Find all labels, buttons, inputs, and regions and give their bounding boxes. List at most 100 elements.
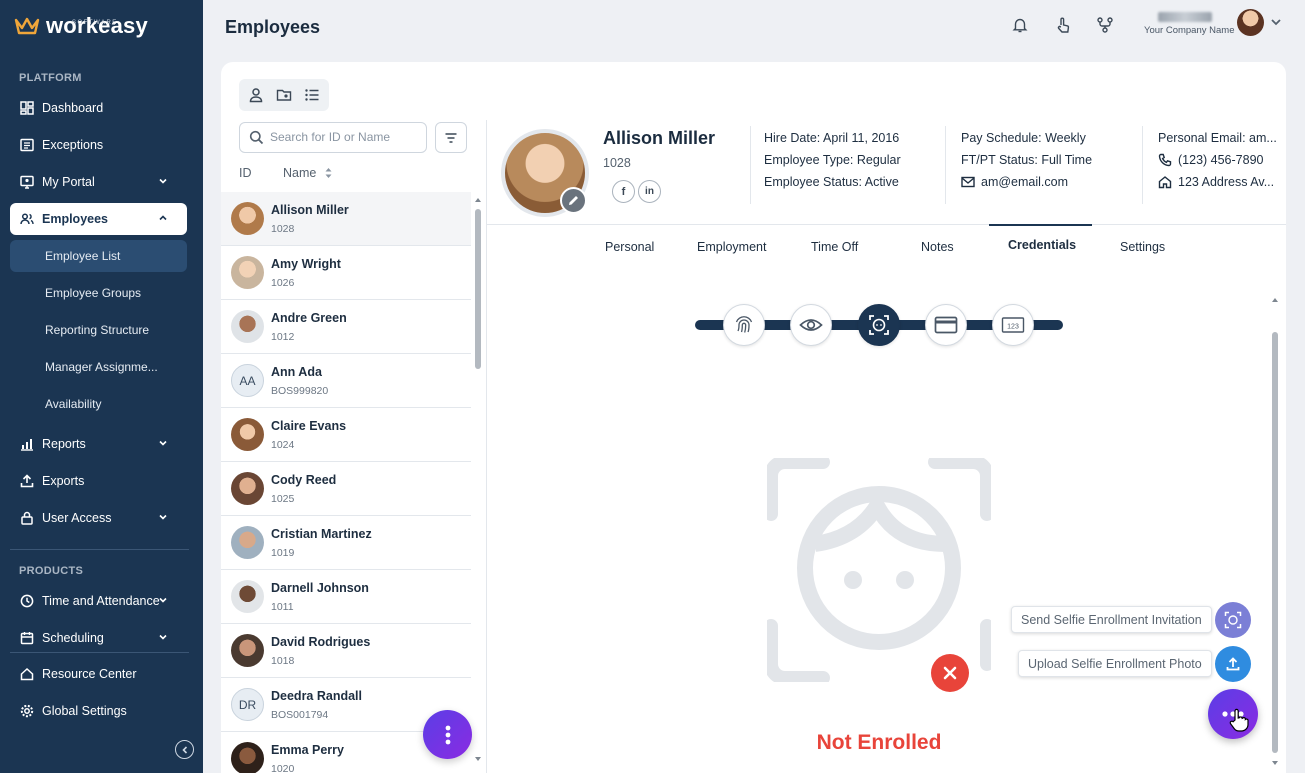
linkedin-icon[interactable]: in <box>638 180 661 203</box>
employee-name: Allison Miller <box>271 203 349 217</box>
scroll-up-icon[interactable] <box>474 196 482 204</box>
sidebar-sub-manager-assignment[interactable]: Manager Assignme... <box>10 351 187 383</box>
phone-icon <box>1158 153 1172 167</box>
employee-name: Claire Evans <box>271 419 347 433</box>
list-item[interactable]: AA Ann Ada BOS999820 <box>221 354 471 408</box>
employee-id: BOS999820 <box>271 385 329 397</box>
scroll-thumb[interactable] <box>1272 332 1278 753</box>
sidebar-item-my-portal[interactable]: My Portal <box>10 166 187 198</box>
pay-schedule: Pay Schedule: Weekly <box>961 131 1086 145</box>
sidebar-sub-availability[interactable]: Availability <box>10 388 187 420</box>
list-item[interactable]: Claire Evans 1024 <box>221 408 471 462</box>
tab-personal[interactable]: Personal <box>605 240 654 254</box>
workflow-icon[interactable] <box>1096 16 1114 34</box>
scroll-down-icon[interactable] <box>474 755 482 763</box>
list-item[interactable]: Andre Green 1012 <box>221 300 471 354</box>
list-actions-button[interactable] <box>423 710 472 759</box>
send-selfie-invitation-label[interactable]: Send Selfie Enrollment Invitation <box>1011 606 1212 633</box>
page-title: Employees <box>225 17 321 37</box>
crown-icon <box>14 17 40 35</box>
eye-icon <box>799 319 823 331</box>
search-input[interactable] <box>270 130 420 144</box>
avatar-initials: DR <box>231 688 264 721</box>
sidebar-item-dashboard[interactable]: Dashboard <box>10 92 187 124</box>
scroll-up-icon[interactable] <box>1271 296 1279 304</box>
credential-step-fingerprint[interactable] <box>723 304 765 346</box>
info-divider <box>945 126 946 204</box>
calendar-icon <box>20 631 34 645</box>
sidebar-item-time-attendance[interactable]: Time and Attendance <box>10 585 187 617</box>
upload-selfie-photo-label[interactable]: Upload Selfie Enrollment Photo <box>1018 650 1212 677</box>
chevron-down-icon[interactable] <box>1270 16 1282 28</box>
sidebar-item-resource-center[interactable]: Resource Center <box>10 658 187 690</box>
scroll-thumb[interactable] <box>475 209 481 369</box>
panel-divider <box>486 120 487 773</box>
sidebar-item-global-settings[interactable]: Global Settings <box>10 695 187 727</box>
sidebar-item-exports[interactable]: Exports <box>10 465 187 497</box>
avatar <box>231 202 264 235</box>
sidebar-item-employees[interactable]: Employees <box>10 203 187 235</box>
user-name-redacted <box>1158 12 1212 22</box>
list-item[interactable]: Cristian Martinez 1019 <box>221 516 471 570</box>
employee-name: Deedra Randall <box>271 689 363 703</box>
brand-name: workeasy <box>46 13 148 38</box>
face-placeholder-icon <box>767 458 991 682</box>
filter-button[interactable] <box>435 122 467 153</box>
sidebar-sub-reporting-structure[interactable]: Reporting Structure <box>10 314 187 346</box>
sidebar-item-user-access[interactable]: User Access <box>10 502 187 534</box>
send-selfie-invitation-button[interactable] <box>1215 602 1251 638</box>
person-view-icon[interactable] <box>247 86 265 104</box>
work-email-text: am@email.com <box>981 175 1069 189</box>
credential-step-face[interactable] <box>858 304 900 346</box>
chart-icon <box>20 437 34 451</box>
list-view-icon[interactable] <box>303 86 321 104</box>
list-item[interactable]: Cody Reed 1025 <box>221 462 471 516</box>
tab-credentials[interactable]: Credentials <box>1008 238 1076 252</box>
tab-settings[interactable]: Settings <box>1120 240 1165 254</box>
tab-time-off[interactable]: Time Off <box>811 240 858 254</box>
chevron-down-icon <box>159 514 167 520</box>
portal-icon <box>20 175 34 189</box>
folder-view-icon[interactable] <box>275 86 293 104</box>
sort-icon[interactable] <box>324 166 333 180</box>
svg-text:123: 123 <box>1007 324 1019 331</box>
avatar <box>231 472 264 505</box>
contact-info: Personal Email: am... (123) 456-7890 123… <box>1158 127 1277 193</box>
user-avatar[interactable] <box>1237 9 1264 36</box>
credential-step-iris[interactable] <box>790 304 832 346</box>
column-header-id[interactable]: ID <box>239 166 252 180</box>
tab-notes[interactable]: Notes <box>921 240 954 254</box>
column-header-name[interactable]: Name <box>283 166 316 180</box>
employee-name: Cody Reed <box>271 473 337 487</box>
list-item[interactable]: David Rodrigues 1018 <box>221 624 471 678</box>
sidebar-sub-employee-list[interactable]: Employee List <box>10 240 187 272</box>
pin-code-icon: 123 <box>1001 317 1025 333</box>
scroll-down-icon[interactable] <box>1271 759 1279 767</box>
list-item[interactable]: Amy Wright 1026 <box>221 246 471 300</box>
content-scrollbar[interactable] <box>1271 296 1279 773</box>
collapse-sidebar-button[interactable] <box>175 740 194 759</box>
facebook-icon[interactable]: f <box>612 180 635 203</box>
sidebar-item-exceptions[interactable]: Exceptions <box>10 129 187 161</box>
close-icon <box>943 666 957 680</box>
credential-step-badge[interactable] <box>925 304 967 346</box>
employee-id: BOS001794 <box>271 709 329 721</box>
bell-icon[interactable] <box>1011 16 1029 34</box>
brand-logo[interactable]: workeasy <box>14 13 148 38</box>
edit-photo-button[interactable] <box>560 187 587 214</box>
sidebar-sub-employee-groups[interactable]: Employee Groups <box>10 277 187 309</box>
upload-icon <box>20 474 34 488</box>
touch-icon[interactable] <box>1054 16 1072 34</box>
sidebar-item-reports[interactable]: Reports <box>10 428 187 460</box>
list-item[interactable]: Allison Miller 1028 <box>221 192 471 246</box>
sidebar-divider <box>10 652 189 653</box>
sidebar-item-label: Exceptions <box>42 138 104 152</box>
tab-employment[interactable]: Employment <box>697 240 766 254</box>
main-card: ID Name Allison Miller 1028 Amy Wright 1… <box>221 62 1286 773</box>
credential-step-pin[interactable]: 123 <box>992 304 1034 346</box>
list-item[interactable]: Darnell Johnson 1011 <box>221 570 471 624</box>
list-scrollbar[interactable] <box>475 196 481 773</box>
avatar <box>231 256 264 289</box>
sidebar-item-scheduling[interactable]: Scheduling <box>10 622 187 654</box>
upload-selfie-photo-button[interactable] <box>1215 646 1251 682</box>
